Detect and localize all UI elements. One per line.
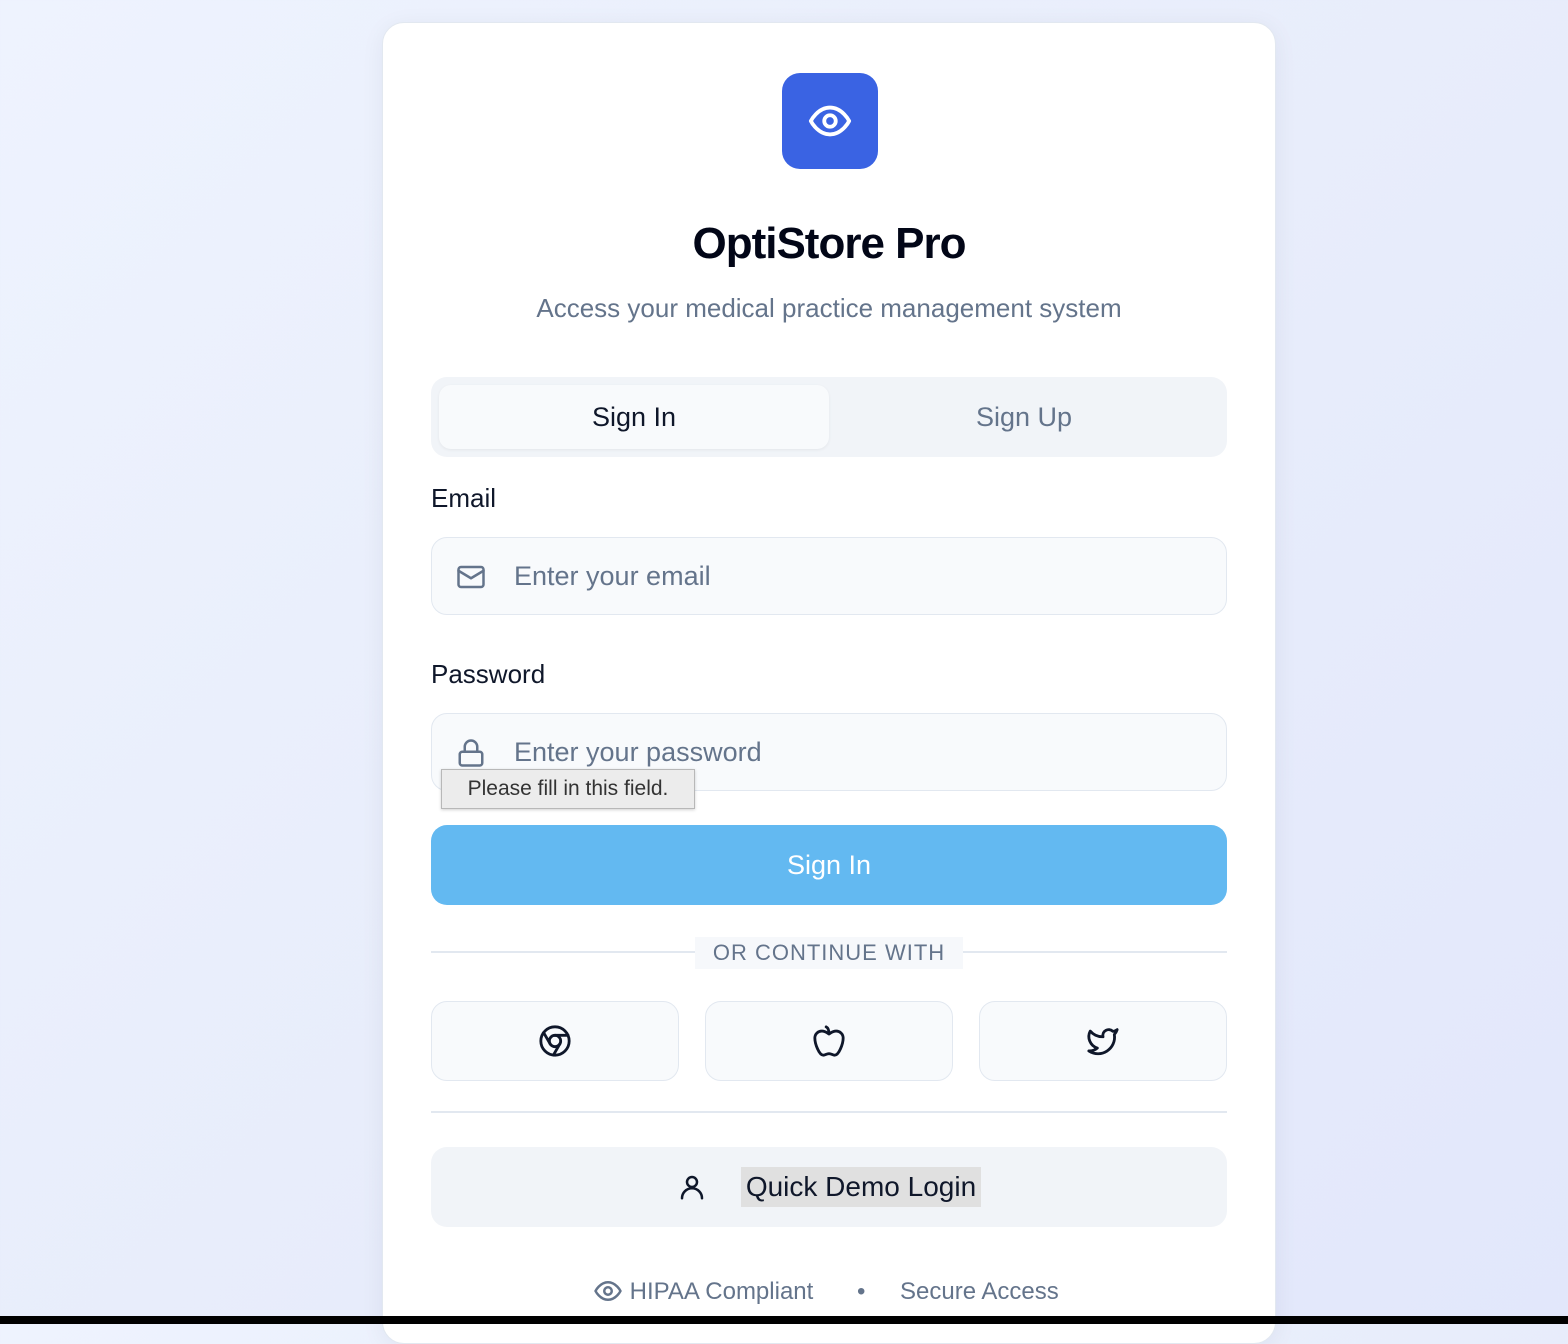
app-title: OptiStore Pro — [692, 219, 966, 268]
bottom-bar — [0, 1316, 1568, 1324]
lock-icon — [458, 739, 484, 767]
apple-login-button[interactable] — [705, 1001, 953, 1081]
footer-separator: • — [857, 1278, 866, 1305]
user-icon — [680, 1175, 704, 1200]
mail-icon — [457, 565, 485, 589]
login-card: OptiStore Pro Access your medical practi… — [382, 22, 1276, 1344]
quick-demo-login-button[interactable]: Quick Demo Login — [431, 1147, 1227, 1227]
auth-tabs: Sign In Sign Up — [431, 377, 1227, 457]
eye-icon — [808, 105, 852, 137]
twitter-login-button[interactable] — [979, 1001, 1227, 1081]
tab-sign-in[interactable]: Sign In — [439, 385, 829, 449]
email-field[interactable]: Enter your email — [431, 537, 1227, 615]
validation-tooltip: Please fill in this field. — [441, 769, 695, 809]
chrome-icon — [539, 1025, 571, 1057]
password-label: Password — [431, 659, 546, 689]
sign-in-button[interactable]: Sign In — [431, 825, 1227, 905]
quick-demo-login-label: Quick Demo Login — [741, 1167, 981, 1207]
tab-sign-up[interactable]: Sign Up — [829, 385, 1219, 449]
footer-secure-access: Secure Access — [900, 1278, 1059, 1305]
email-input[interactable]: Enter your email — [514, 538, 711, 614]
google-login-button[interactable] — [431, 1001, 679, 1081]
footer-hipaa-text: HIPAA Compliant — [629, 1278, 814, 1305]
twitter-icon — [1087, 1028, 1119, 1056]
apple-icon — [813, 1025, 845, 1057]
app-subtitle: Access your medical practice management … — [536, 293, 1122, 323]
email-label: Email — [431, 483, 497, 513]
eye-icon — [594, 1281, 622, 1301]
footer-hipaa: HIPAA Compliant — [593, 1275, 813, 1309]
or-continue-with: OR CONTINUE WITH — [695, 937, 963, 969]
section-divider — [431, 1111, 1227, 1113]
app-logo — [782, 73, 878, 169]
